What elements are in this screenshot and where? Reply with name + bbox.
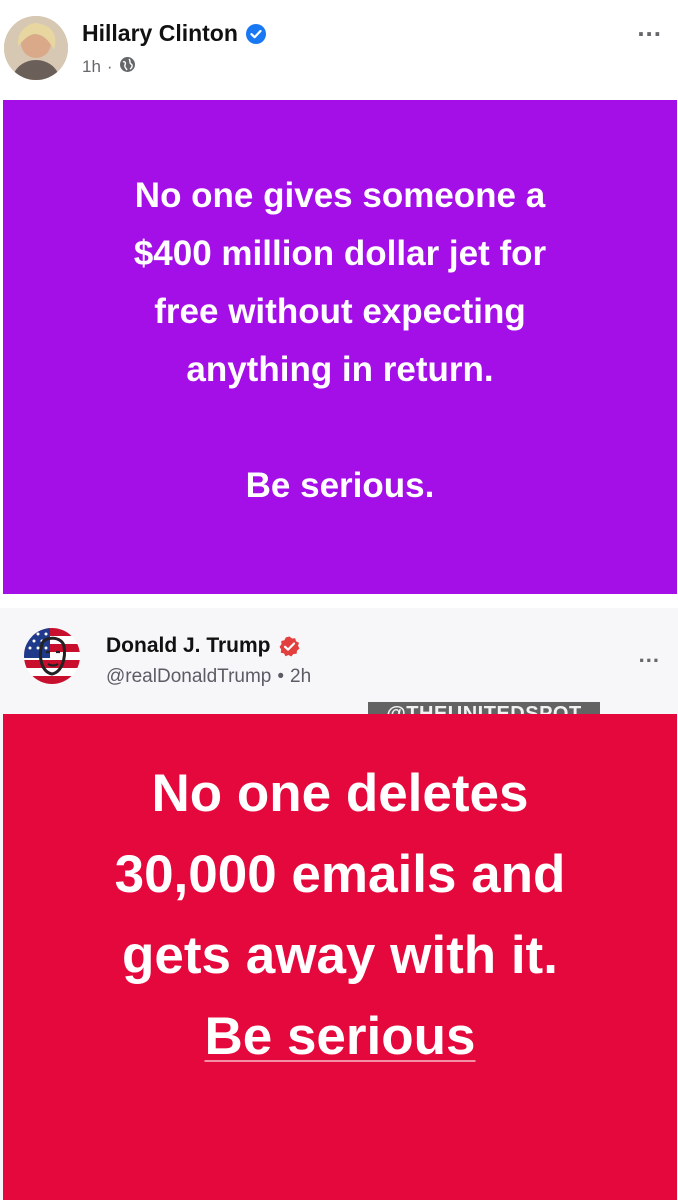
- meta-separator: •: [277, 666, 285, 687]
- author-handle[interactable]: @realDonaldTrump: [106, 666, 271, 688]
- author-line: Donald J. Trump: [106, 634, 300, 658]
- author-avatar[interactable]: [24, 628, 80, 684]
- message-line: anything in return.: [186, 350, 494, 389]
- closing-line: Be serious: [204, 1007, 476, 1066]
- globe-icon: [119, 56, 136, 78]
- message-line: No one deletes: [151, 764, 529, 823]
- post-meta: 1h ·: [82, 56, 136, 78]
- author-name[interactable]: Donald J. Trump: [106, 634, 271, 658]
- post-meta: @realDonaldTrump • 2h: [106, 666, 311, 688]
- post-donald-trump: Donald J. Trump @realDonaldTrump • 2h ..…: [0, 608, 678, 1200]
- post-time[interactable]: 2h: [290, 666, 311, 688]
- post-hillary-clinton: Hillary Clinton 1h · ... No one gives so…: [0, 0, 678, 608]
- verified-badge-icon: [245, 23, 266, 44]
- message-line: gets away with it.: [122, 926, 558, 985]
- author-name[interactable]: Hillary Clinton: [82, 20, 238, 47]
- verified-badge-icon: [279, 636, 300, 657]
- meta-separator: ·: [106, 57, 113, 76]
- more-options-icon[interactable]: ...: [637, 14, 662, 40]
- message-line: 30,000 emails and: [114, 845, 566, 904]
- more-options-icon[interactable]: ...: [639, 644, 660, 666]
- post-time[interactable]: 1h: [82, 57, 101, 77]
- message-line: No one gives someone a: [134, 176, 546, 215]
- author-avatar[interactable]: [4, 16, 68, 80]
- post-text-card: No one gives someone a $400 million doll…: [3, 100, 677, 594]
- post-text-card: No one deletes 30,000 emails and gets aw…: [3, 714, 677, 1200]
- message-line: $400 million dollar jet for: [133, 234, 547, 273]
- author-line: Hillary Clinton: [82, 20, 266, 47]
- message-line: free without expecting: [154, 292, 526, 331]
- closing-line: Be serious.: [245, 466, 435, 505]
